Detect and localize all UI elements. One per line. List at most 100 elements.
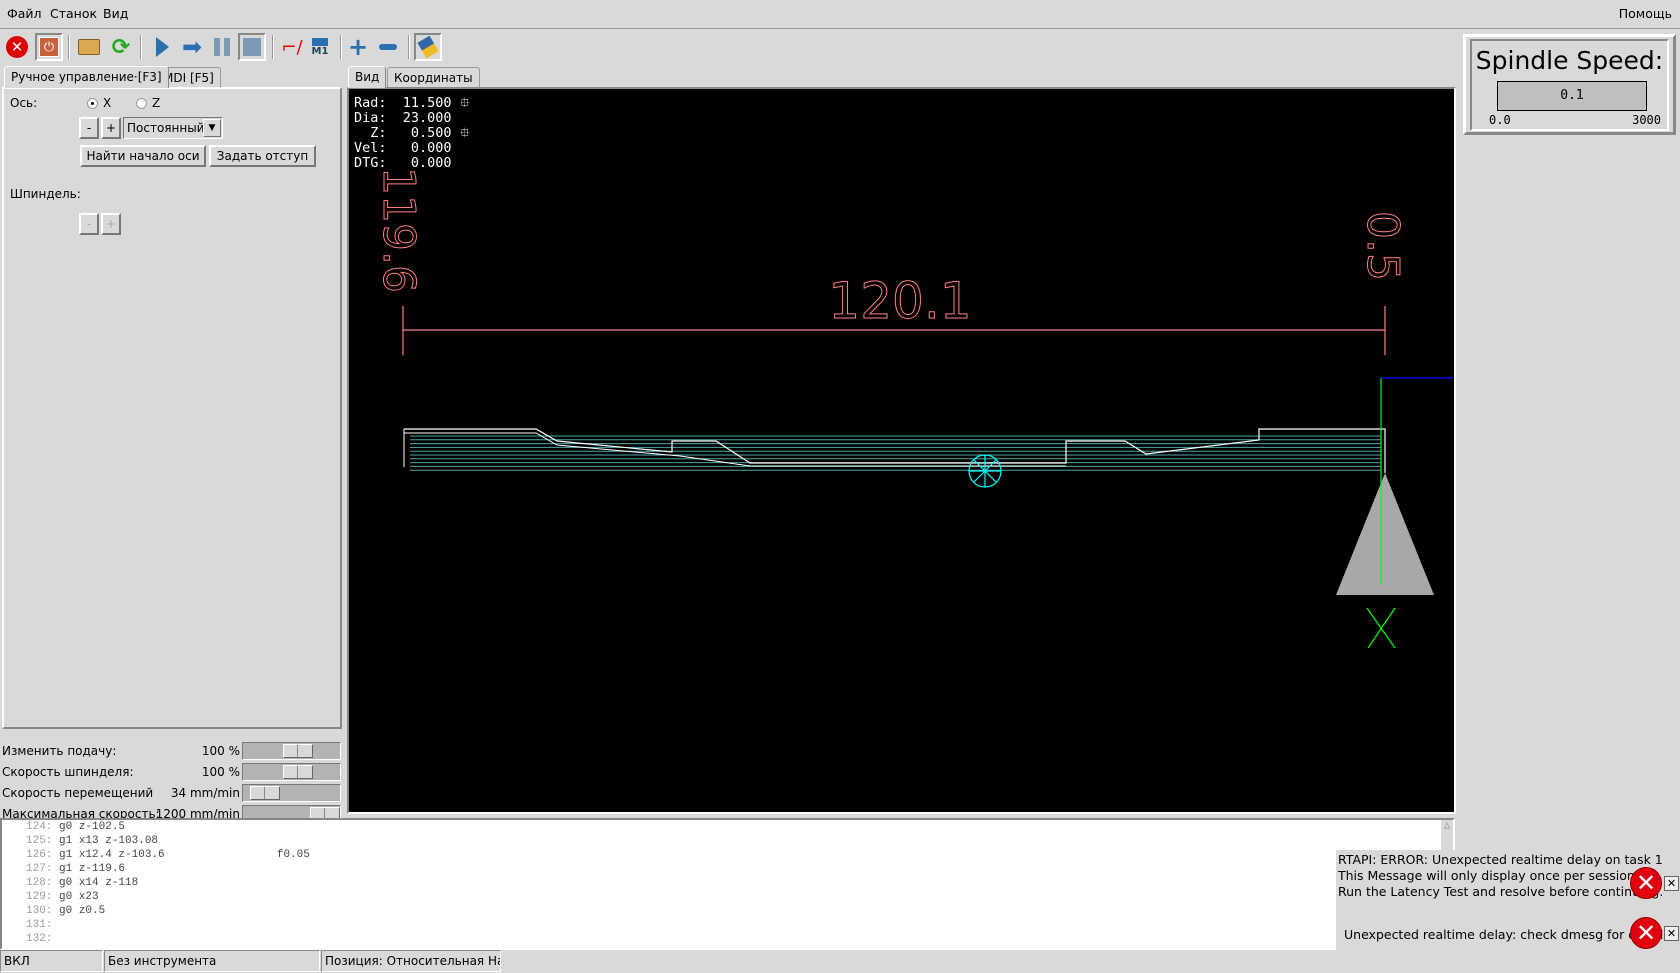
gcode-line[interactable]: 125: g1 x13 z-103.08	[26, 835, 158, 847]
dro-label: Dia:	[354, 110, 387, 126]
pause-button[interactable]	[208, 33, 236, 61]
line-text: g0 z0.5	[59, 905, 106, 917]
slider-thumb[interactable]	[250, 786, 280, 800]
gcode-line[interactable]: 128: g0 x14 z-118	[26, 877, 138, 889]
zoom-out-button[interactable]	[374, 33, 402, 61]
override-value: 34 mm/min	[170, 786, 240, 800]
dro-label: Rad:	[354, 95, 387, 111]
line-text: g0 x14 z-118	[59, 877, 139, 889]
dro-value: 0.000	[402, 155, 452, 171]
spindle-max: 3000	[1632, 113, 1661, 127]
gcode-listing[interactable]: △ 124: g0 z-102.5 125: g1 x13 z-103.08 126…	[0, 818, 1455, 950]
axis-z-radio[interactable]	[136, 98, 147, 109]
dro-row: Dia: 23.000	[354, 111, 470, 126]
tab-manual[interactable]: Ручное управление·[F3]	[4, 66, 169, 88]
spindle-minus-button[interactable]: -	[79, 213, 99, 235]
close-error-1-button[interactable]: ✕	[1664, 876, 1679, 891]
spindle-min: 0.0	[1489, 113, 1511, 127]
menu-view[interactable]: Вид	[103, 6, 128, 21]
close-error-2-button[interactable]: ✕	[1664, 926, 1679, 941]
jog-minus-button[interactable]: -	[79, 117, 99, 139]
run-button[interactable]	[148, 33, 176, 61]
menu-machine[interactable]: Станок	[50, 6, 97, 21]
brush-icon	[417, 35, 439, 59]
power-button[interactable]: ⏻	[35, 33, 63, 61]
m1-icon: M1	[311, 37, 329, 57]
slider-thumb[interactable]	[283, 744, 313, 758]
zoom-in-button[interactable]: +	[344, 33, 372, 61]
optional-stop-button[interactable]: M1	[306, 33, 334, 61]
line-number: 132:	[26, 933, 53, 945]
block-delete-button[interactable]: ⌐/	[278, 33, 306, 61]
status-tool: Без инструмента	[104, 950, 320, 972]
override-label: Скорость шпинделя:	[2, 765, 134, 779]
preview-canvas[interactable]: 120.1 119.6 0.5	[347, 87, 1456, 814]
line-text: g1 x12.4 z-103.6 f0.05	[59, 849, 310, 861]
gcode-line[interactable]: 130: g0 z0.5	[26, 905, 105, 917]
menu-file[interactable]: Файл	[7, 6, 42, 21]
dro-value: 11.500	[402, 95, 452, 111]
scroll-up-icon[interactable]: △	[1441, 820, 1453, 832]
jog-plus-button[interactable]: +	[101, 117, 121, 139]
error-notifications: RTAPI: ERROR: Unexpected realtime delay …	[1336, 850, 1680, 950]
dro-row: Z: 0.500 ⯐	[354, 126, 470, 141]
axis-label: Ось:	[10, 96, 38, 110]
dimension-length: 120.1	[828, 272, 971, 330]
gcode-line[interactable]: 127: g1 z-119.6	[26, 863, 125, 875]
line-number: 124:	[26, 821, 53, 833]
estop-icon: ✕	[6, 36, 28, 58]
line-number: 127:	[26, 863, 53, 875]
line-number: 126:	[26, 849, 53, 861]
tab-coordinates[interactable]: Координаты	[387, 67, 480, 88]
jog-mode-select[interactable]: Постоянный ▼	[123, 117, 223, 139]
gcode-line[interactable]: 126: g1 x12.4 z-103.6 f0.05	[26, 849, 310, 861]
gcode-line[interactable]: 124: g0 z-102.5	[26, 821, 125, 833]
power-icon: ⏻	[39, 37, 59, 57]
dro-label: Vel:	[354, 140, 387, 156]
dro-value: 0.500	[402, 125, 452, 141]
homed-icon: ⯐	[451, 125, 470, 141]
home-axis-button[interactable]: Найти начало оси	[80, 145, 206, 167]
line-number: 128:	[26, 877, 53, 889]
axis-x-label: X	[103, 96, 112, 110]
origin-marker	[968, 454, 1002, 488]
gcode-line[interactable]: 129: g0 x23	[26, 891, 99, 903]
override-label: Скорость перемещений	[2, 786, 154, 800]
override-value: 100 %	[201, 744, 240, 758]
spindle-speed-bar: 0.1	[1497, 81, 1647, 111]
homed-icon: ⯐	[451, 95, 470, 111]
line-number: 131:	[26, 919, 53, 931]
error-icon: ✕	[1630, 867, 1662, 899]
estop-button[interactable]: ✕	[3, 33, 31, 61]
override-slider[interactable]	[242, 763, 341, 781]
override-label: Изменить подачу:	[2, 744, 117, 758]
traverse-lines	[410, 435, 1381, 471]
gcode-line[interactable]: 132:	[26, 933, 59, 945]
error-line: RTAPI: ERROR: Unexpected realtime delay …	[1338, 852, 1663, 867]
menu-bar: Файл Станок Вид Помощь	[0, 0, 1680, 29]
error-message-2: Unexpected realtime delay: check dmesg f…	[1344, 927, 1674, 942]
override-slider[interactable]	[242, 742, 341, 760]
override-slider[interactable]	[242, 784, 341, 802]
stop-button[interactable]	[238, 33, 266, 61]
axis-z-label: Z	[152, 96, 161, 110]
chevron-down-icon[interactable]: ▼	[203, 119, 221, 137]
dro-value: 0.000	[402, 140, 452, 156]
touch-off-button[interactable]: Задать отступ	[209, 145, 316, 167]
menu-help[interactable]: Помощь	[1619, 6, 1672, 21]
tab-view[interactable]: Вид	[348, 66, 387, 88]
gcode-line[interactable]: 131:	[26, 919, 59, 931]
reload-button[interactable]: ⟳	[107, 33, 135, 61]
spindle-title: Spindle Speed:	[1475, 46, 1664, 75]
axis-x-radio[interactable]	[87, 98, 98, 109]
clear-plot-button[interactable]	[414, 33, 442, 61]
jog-mode-value: Постоянный	[127, 121, 205, 135]
open-file-button[interactable]	[75, 33, 103, 61]
play-icon	[155, 37, 169, 57]
plus-icon: +	[347, 33, 369, 61]
step-button[interactable]: ➡	[178, 33, 206, 61]
line-number: 125:	[26, 835, 53, 847]
spindle-plus-button[interactable]: +	[101, 213, 121, 235]
manual-panel: Ось: X Z - + Постоянный ▼ Найти начало о…	[2, 87, 342, 729]
slider-thumb[interactable]	[283, 765, 313, 779]
